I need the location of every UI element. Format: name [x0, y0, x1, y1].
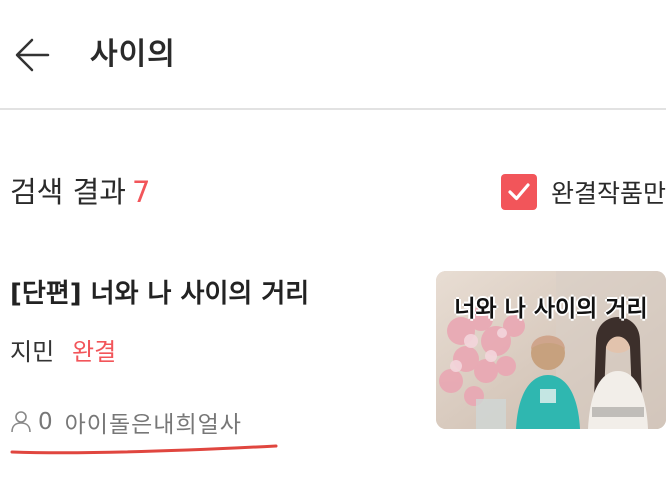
- search-result-bar: 검색 결과 7 완결작품만: [0, 165, 666, 221]
- story-author: 지민: [10, 338, 55, 366]
- story-title[interactable]: [단편] 너와 나 사이의 거리: [10, 277, 309, 311]
- result-list-item[interactable]: [단편] 너와 나 사이의 거리 지민 완결 0 아이돌은내희얼사 너와 나 사…: [0, 265, 666, 465]
- completed-only-label: 완결작품만: [550, 179, 666, 208]
- red-handwritten-underline: [10, 444, 278, 455]
- top-bar: 사이의: [0, 0, 666, 110]
- story-cover-image[interactable]: 너와 나 사이의 거리: [436, 271, 666, 429]
- story-tags[interactable]: 아이돌은내희얼사: [65, 405, 242, 439]
- story-status-badge: 완결: [72, 338, 117, 366]
- search-result-label: 검색 결과: [10, 175, 126, 209]
- search-result-count: 7: [132, 175, 151, 209]
- page-title: 사이의: [90, 37, 176, 72]
- checkmark-icon: [508, 183, 530, 201]
- back-button[interactable]: [10, 32, 56, 78]
- arrow-left-icon: [15, 38, 50, 72]
- completed-only-filter[interactable]: 완결작품만: [500, 173, 666, 211]
- story-meta: 0 아이돌은내희얼사: [10, 405, 242, 439]
- subscriber-count: 0: [38, 409, 53, 435]
- completed-only-checkbox[interactable]: [500, 174, 537, 210]
- user-icon: [11, 411, 31, 433]
- cover-title-text: 너와 나 사이의 거리: [454, 296, 648, 322]
